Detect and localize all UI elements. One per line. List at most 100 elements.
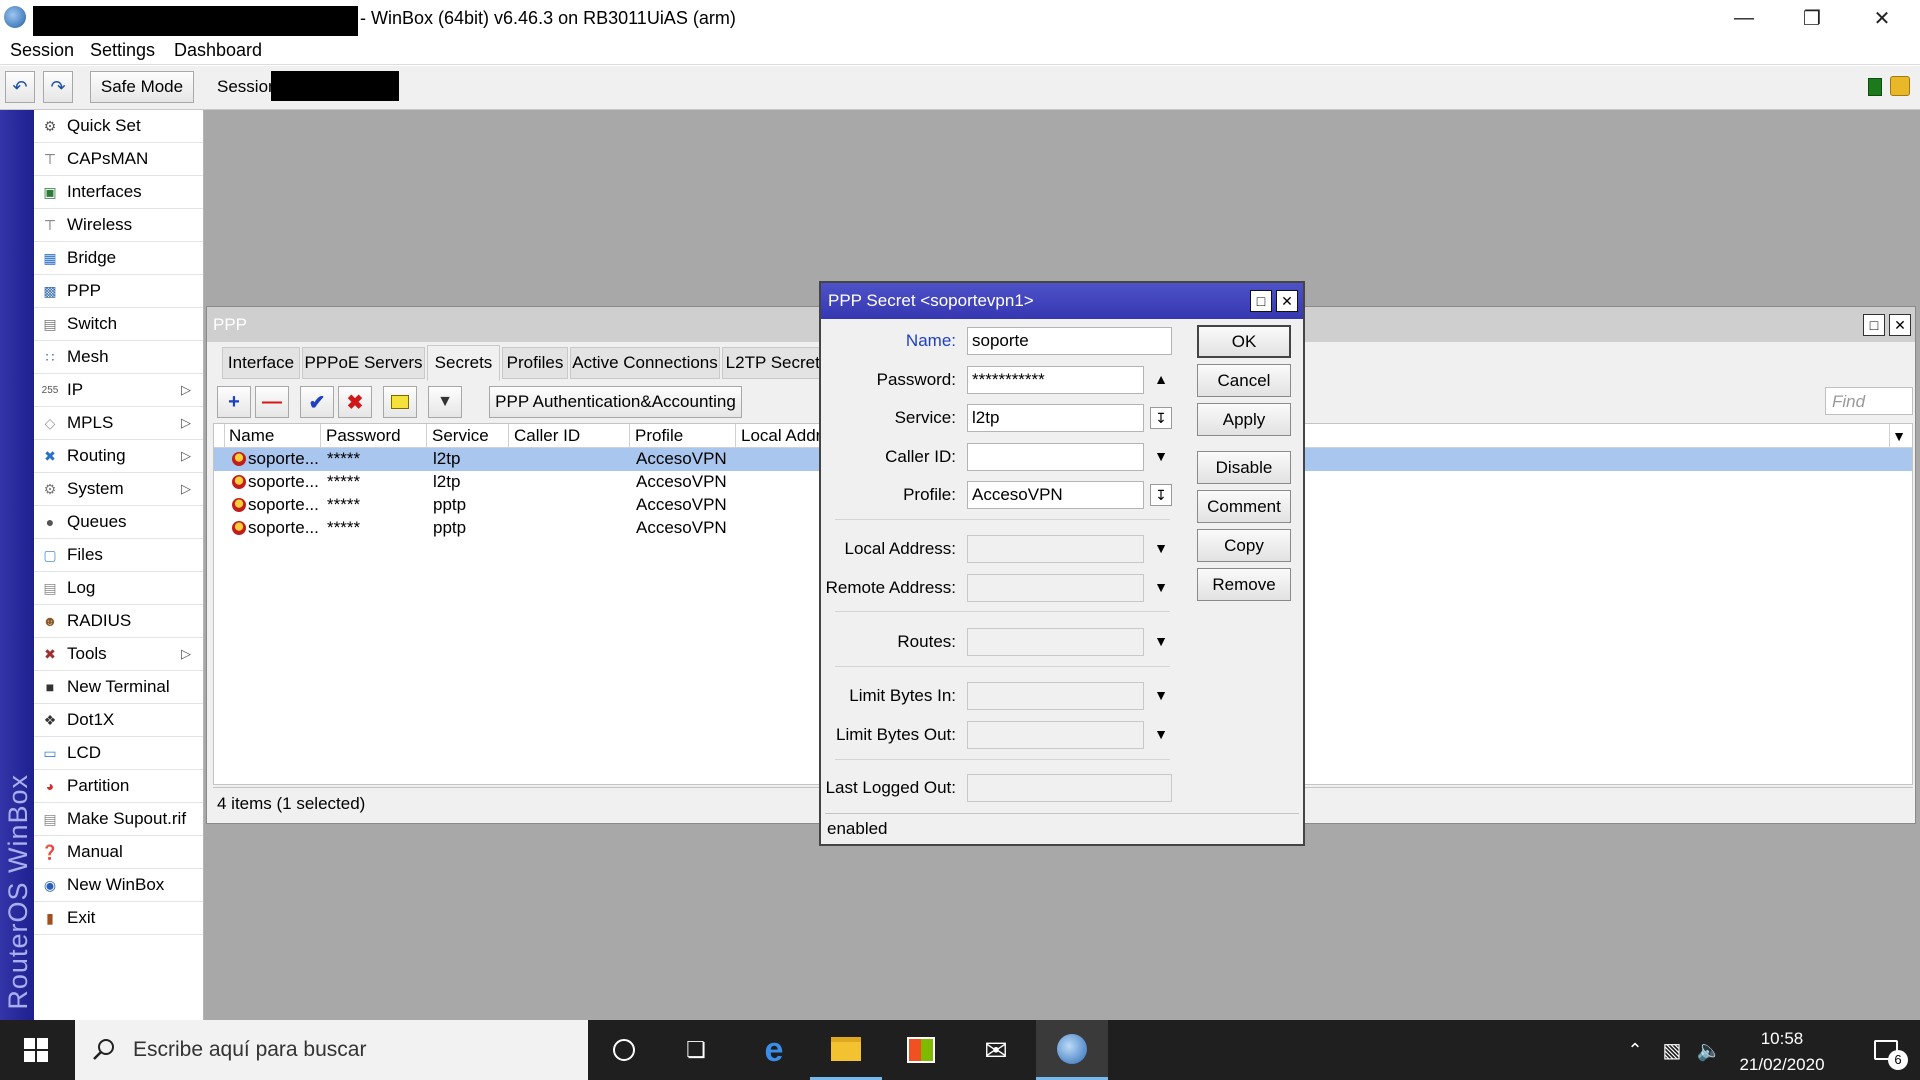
comment-button[interactable]	[383, 386, 417, 418]
sidebar-item-make-supout[interactable]: ▤ Make Supout.rif	[34, 803, 203, 836]
caller-id-input[interactable]	[967, 443, 1144, 471]
cancel-button[interactable]: Cancel	[1197, 364, 1291, 397]
sidebar-item-wireless[interactable]: ⊤ Wireless	[34, 209, 203, 242]
sidebar-item-dot1x[interactable]: ❖ Dot1X	[34, 704, 203, 737]
menu-dashboard[interactable]: Dashboard	[174, 40, 262, 61]
limit-bytes-out-input[interactable]	[967, 721, 1144, 749]
ppp-close-button[interactable]: ✕	[1889, 314, 1911, 336]
close-button[interactable]: ✕	[1852, 2, 1912, 34]
action-center-button[interactable]: 6	[1856, 1020, 1916, 1080]
file-explorer-button[interactable]	[810, 1020, 882, 1080]
redo-button[interactable]: ↷	[43, 71, 73, 103]
tab-secrets[interactable]: Secrets	[427, 345, 500, 381]
sidebar-item-routing[interactable]: ✖ Routing ▷	[34, 440, 203, 473]
routes-input[interactable]	[967, 628, 1144, 656]
sidebar-item-lcd[interactable]: ▭ LCD	[34, 737, 203, 770]
taskbar-search-box[interactable]: Escribe aquí para buscar	[75, 1020, 588, 1080]
tab-profiles[interactable]: Profiles	[502, 347, 568, 379]
show-hidden-icons-button[interactable]: ⌃	[1618, 1020, 1652, 1080]
dialog-titlebar[interactable]: PPP Secret <soportevpn1> □ ✕	[821, 283, 1303, 319]
menu-session[interactable]: Session	[10, 40, 74, 61]
add-button[interactable]: +	[217, 386, 251, 418]
local-address-input[interactable]	[967, 535, 1144, 563]
column-caller-id[interactable]: Caller ID	[509, 424, 630, 448]
filter-button[interactable]: ▼	[428, 386, 462, 418]
sidebar-item-mpls[interactable]: ◇ MPLS ▷	[34, 407, 203, 440]
sidebar-item-radius[interactable]: ☻ RADIUS	[34, 605, 203, 638]
copy-button[interactable]: Copy	[1197, 529, 1291, 562]
sidebar-item-exit[interactable]: ▮ Exit	[34, 902, 203, 935]
undo-button[interactable]: ↶	[5, 71, 35, 103]
columns-dropdown-icon[interactable]: ▼	[1892, 428, 1906, 444]
sidebar-item-partition[interactable]: ◕ Partition	[34, 770, 203, 803]
dialog-maximize-button[interactable]: □	[1250, 290, 1272, 312]
tab-active-connections[interactable]: Active Connections	[570, 347, 720, 379]
apply-button[interactable]: Apply	[1197, 403, 1291, 436]
profile-dropdown-icon[interactable]: ↧	[1150, 484, 1172, 506]
ppp-maximize-button[interactable]: □	[1863, 314, 1885, 336]
sidebar-item-manual[interactable]: ❓ Manual	[34, 836, 203, 869]
ppp-auth-accounting-button[interactable]: PPP Authentication&Accounting	[489, 386, 742, 418]
winbox-taskbar-button[interactable]	[1036, 1020, 1108, 1080]
profile-select[interactable]: AccesoVPN	[967, 481, 1144, 509]
service-dropdown-icon[interactable]: ↧	[1150, 407, 1172, 429]
caller-id-dropdown-icon[interactable]: ▼	[1150, 445, 1172, 467]
enable-button[interactable]: ✔	[300, 386, 334, 418]
remote-address-dropdown-icon[interactable]: ▼	[1150, 576, 1172, 598]
sidebar-item-system[interactable]: ⚙ System ▷	[34, 473, 203, 506]
column-service[interactable]: Service	[427, 424, 509, 448]
lcd-icon: ▭	[43, 744, 57, 761]
minimize-button[interactable]: —	[1714, 2, 1774, 34]
sidebar-item-capsman[interactable]: ⊤ CAPsMAN	[34, 143, 203, 176]
column-password[interactable]: Password	[321, 424, 427, 448]
sidebar-item-files[interactable]: ▢ Files	[34, 539, 203, 572]
comment-button[interactable]: Comment	[1197, 490, 1291, 523]
local-address-dropdown-icon[interactable]: ▼	[1150, 537, 1172, 559]
disable-button[interactable]: Disable	[1197, 451, 1291, 484]
remove-button[interactable]: —	[255, 386, 289, 418]
limit-bytes-in-dropdown-icon[interactable]: ▼	[1150, 684, 1172, 706]
restore-button[interactable]: ❐	[1782, 2, 1842, 34]
sidebar-item-mesh[interactable]: ∷ Mesh	[34, 341, 203, 374]
remove-button[interactable]: Remove	[1197, 568, 1291, 601]
collapse-up-icon[interactable]: ▲	[1150, 368, 1172, 390]
sidebar-item-tools[interactable]: ✖ Tools ▷	[34, 638, 203, 671]
sidebar-item-quick-set[interactable]: ⚙ Quick Set	[34, 110, 203, 143]
dialog-close-button[interactable]: ✕	[1276, 290, 1298, 312]
sidebar-item-bridge[interactable]: ▦ Bridge	[34, 242, 203, 275]
cortana-button[interactable]	[588, 1020, 660, 1080]
column-name[interactable]: Name	[224, 424, 321, 448]
limit-bytes-in-input[interactable]	[967, 682, 1144, 710]
find-input[interactable]: Find	[1825, 387, 1913, 415]
tab-interface[interactable]: Interface	[222, 347, 300, 379]
password-input[interactable]: ***********	[967, 366, 1144, 394]
limit-bytes-out-dropdown-icon[interactable]: ▼	[1150, 723, 1172, 745]
sidebar-item-ppp[interactable]: ▩ PPP	[34, 275, 203, 308]
start-button[interactable]	[0, 1020, 72, 1080]
brand-text: RouterOS WinBox	[3, 774, 33, 1010]
network-button[interactable]: ▧	[1654, 1020, 1690, 1080]
service-select[interactable]: l2tp	[967, 404, 1144, 432]
sidebar-item-new-terminal[interactable]: ■ New Terminal	[34, 671, 203, 704]
tab-pppoe-servers[interactable]: PPPoE Servers	[302, 347, 425, 379]
routes-dropdown-icon[interactable]: ▼	[1150, 630, 1172, 652]
sidebar-item-ip[interactable]: 255 IP ▷	[34, 374, 203, 407]
ok-button[interactable]: OK	[1197, 325, 1291, 358]
sidebar-item-log[interactable]: ▤ Log	[34, 572, 203, 605]
sidebar-item-switch[interactable]: ▤ Switch	[34, 308, 203, 341]
remote-address-input[interactable]	[967, 574, 1144, 602]
store-button[interactable]	[885, 1020, 957, 1080]
task-view-button[interactable]: ❏	[660, 1020, 732, 1080]
sidebar-item-new-winbox[interactable]: ◉ New WinBox	[34, 869, 203, 902]
edge-button[interactable]: e	[738, 1020, 810, 1080]
system-clock[interactable]: 10:58 21/02/2020	[1714, 1026, 1850, 1078]
tab-l2tp-secrets[interactable]: L2TP Secrets	[722, 347, 832, 379]
mail-button[interactable]: ✉	[960, 1020, 1032, 1080]
sidebar-item-queues[interactable]: ● Queues	[34, 506, 203, 539]
column-profile[interactable]: Profile	[630, 424, 736, 448]
name-input[interactable]: soporte	[967, 327, 1172, 355]
sidebar-item-interfaces[interactable]: ▣ Interfaces	[34, 176, 203, 209]
menu-settings[interactable]: Settings	[90, 40, 155, 61]
safe-mode-button[interactable]: Safe Mode	[90, 71, 194, 103]
disable-button[interactable]: ✖	[338, 386, 372, 418]
